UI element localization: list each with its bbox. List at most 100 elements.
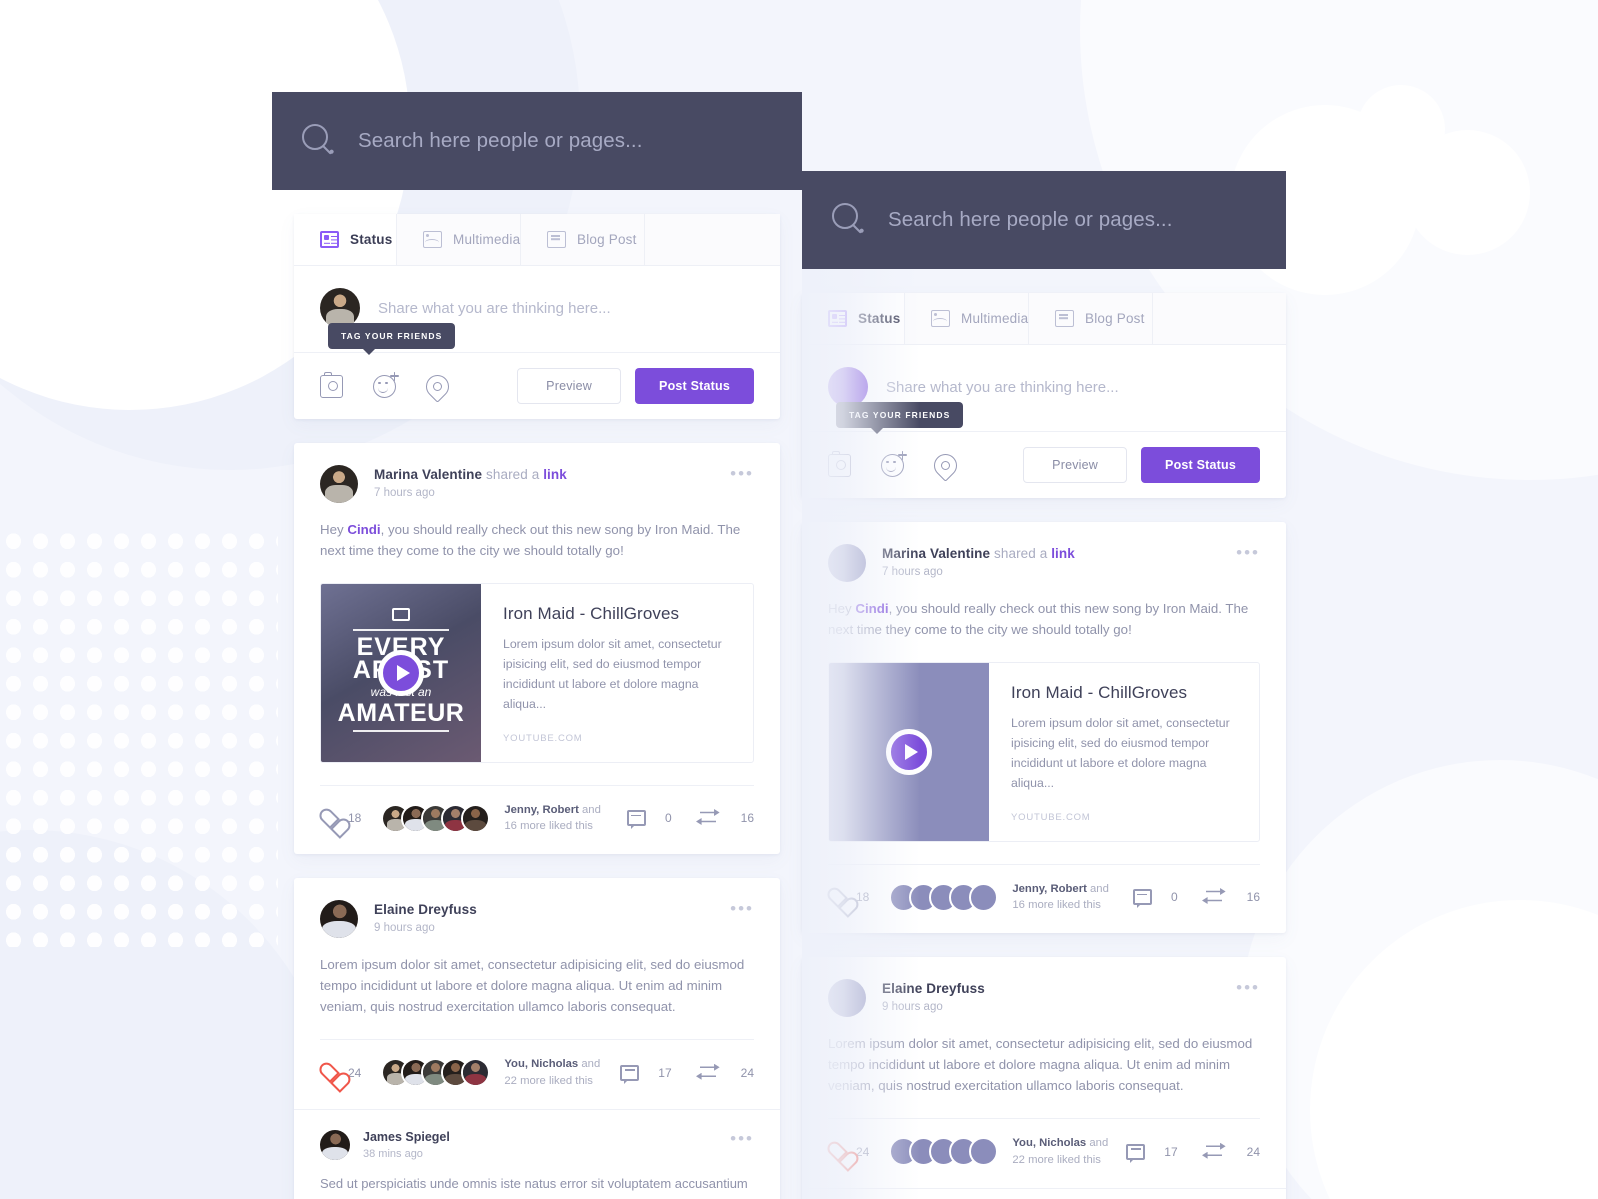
post-status-button[interactable]: Post Status (635, 368, 754, 404)
tag-friends-tooltip: TAG YOUR FRIENDS (836, 402, 964, 434)
likers-text: Jenny, Robert and 16 more liked this (1012, 882, 1109, 911)
likers-text: You, Nicholas and 22 more liked this (1012, 1137, 1109, 1166)
comment-icon[interactable] (1132, 889, 1152, 908)
share-icon[interactable] (696, 809, 722, 827)
avatar (828, 979, 866, 1018)
tabs-filler (645, 214, 780, 265)
search-input-secondary[interactable] (888, 208, 1286, 232)
tab-multimedia-secondary[interactable]: Multimedia (905, 293, 1029, 344)
tab-label: Status (350, 232, 393, 247)
share-icon[interactable] (1202, 888, 1228, 906)
post-status-button[interactable]: Post Status (1141, 447, 1260, 483)
comment-icon[interactable] (626, 810, 646, 829)
post-link[interactable]: link (543, 467, 567, 482)
likers-text: You, Nicholas and 22 more liked this (504, 1058, 601, 1087)
post-author: Elaine Dreyfuss (882, 981, 985, 997)
post-time: 9 hours ago (882, 1001, 943, 1014)
like-icon[interactable] (828, 889, 847, 906)
like-icon[interactable] (320, 1064, 339, 1081)
mention[interactable]: Cindi (347, 522, 380, 537)
play-button-icon[interactable] (886, 728, 932, 775)
composer-tabs-secondary: Status Multimedia Blog Post (802, 293, 1286, 345)
tab-label: Multimedia (453, 232, 521, 247)
comment-text: Sed ut perspiciatis unde omnis iste natu… (320, 1176, 748, 1199)
tag-friends-icon[interactable] (881, 450, 907, 477)
post-options-icon[interactable]: ••• (1236, 544, 1260, 561)
primary-panel: Status Multimedia Blog Post TAG YOUR FRI… (272, 92, 802, 1199)
search-bar-secondary (802, 171, 1286, 269)
composer-input[interactable] (378, 299, 754, 317)
avatar (461, 803, 491, 833)
comment-count: 17 (1164, 1144, 1178, 1159)
avatar (320, 465, 358, 503)
avatar (461, 1058, 491, 1088)
search-icon (832, 203, 866, 237)
post-text: Lorem ipsum dolor sit amet, consectetur … (828, 1036, 1253, 1094)
preview-button[interactable]: Preview (1023, 447, 1128, 483)
comment-count: 0 (1170, 890, 1178, 904)
avatar (828, 544, 866, 582)
search-bar (272, 92, 802, 190)
tab-label: Blog Post (1085, 311, 1145, 326)
mention[interactable]: Cindi (855, 601, 888, 616)
composer-card: Status Multimedia Blog Post TAG YOUR FRI… (294, 214, 780, 419)
likers-text: Jenny, Robert and 16 more liked this (504, 803, 601, 832)
location-pin-icon[interactable] (929, 448, 962, 482)
comment-icon[interactable] (1126, 1143, 1146, 1163)
tab-blog-post[interactable]: Blog Post (521, 214, 645, 265)
liker-avatars (381, 1058, 491, 1088)
blog-post-icon (547, 231, 566, 248)
tab-multimedia[interactable]: Multimedia (397, 214, 521, 265)
tabs-filler (1153, 293, 1286, 344)
tag-friends-icon[interactable] (373, 371, 399, 398)
share-count: 24 (740, 1065, 754, 1080)
comment-item: James Spiegel 38 mins ago ••• Sed ut per… (802, 1188, 1286, 1199)
composer-actions-secondary: TAG YOUR FRIENDS Preview Post Status (802, 402, 1286, 498)
comment-options-icon[interactable]: ••• (730, 1130, 754, 1147)
avatar (828, 367, 868, 407)
post-time: 9 hours ago (374, 922, 435, 935)
tab-label: Status (858, 311, 901, 326)
preview-button[interactable]: Preview (517, 368, 622, 404)
status-icon (320, 231, 339, 248)
share-icon[interactable] (1202, 1143, 1228, 1161)
comment-icon[interactable] (620, 1064, 640, 1084)
composer-input-secondary[interactable] (886, 378, 1260, 396)
blog-post-icon (1055, 310, 1074, 327)
avatar (969, 1137, 999, 1167)
comment-author: James Spiegel (363, 1130, 450, 1145)
search-icon (302, 124, 336, 158)
post-author: Marina Valentine shared a link (374, 467, 567, 482)
post-link[interactable]: link (1051, 546, 1075, 561)
avatar (320, 900, 358, 939)
link-thumbnail (829, 663, 989, 841)
comment-item: James Spiegel 38 mins ago ••• Sed ut per… (294, 1109, 780, 1199)
composer-actions: TAG YOUR FRIENDS Preview Post Status (294, 323, 780, 419)
link-preview-card[interactable]: Iron Maid - ChillGroves Lorem ipsum dolo… (828, 662, 1260, 842)
play-button-icon[interactable] (378, 649, 424, 696)
bg-circle-white-4 (1405, 130, 1530, 255)
post-options-icon[interactable]: ••• (730, 900, 754, 917)
tab-status[interactable]: Status (294, 214, 397, 265)
post-card: Elaine Dreyfuss 9 hours ago ••• Lorem ip… (294, 878, 780, 1199)
post-options-icon[interactable]: ••• (730, 465, 754, 482)
share-count: 16 (1246, 890, 1260, 904)
tab-blog-post-secondary[interactable]: Blog Post (1029, 293, 1153, 344)
like-icon[interactable] (828, 1143, 847, 1160)
link-title: Iron Maid - ChillGroves (1011, 683, 1188, 702)
comment-count: 17 (658, 1065, 672, 1080)
link-preview-card[interactable]: EVERY ARTIST was first an AMATEUR Iron M… (320, 583, 754, 763)
tab-status-secondary[interactable]: Status (802, 293, 905, 344)
avatar (969, 882, 999, 912)
link-thumbnail: EVERY ARTIST was first an AMATEUR (321, 584, 481, 762)
location-pin-icon[interactable] (421, 369, 454, 403)
link-title: Iron Maid - ChillGroves (503, 604, 680, 623)
search-input[interactable] (358, 129, 802, 153)
post-card-secondary: Elaine Dreyfuss 9 hours ago ••• Lorem ip… (802, 957, 1286, 1199)
camera-icon[interactable] (828, 450, 851, 477)
post-card: Marina Valentine shared a link 7 hours a… (294, 443, 780, 855)
post-options-icon[interactable]: ••• (1236, 979, 1260, 996)
camera-icon[interactable] (320, 371, 343, 398)
like-icon[interactable] (320, 810, 339, 827)
share-icon[interactable] (696, 1064, 722, 1082)
